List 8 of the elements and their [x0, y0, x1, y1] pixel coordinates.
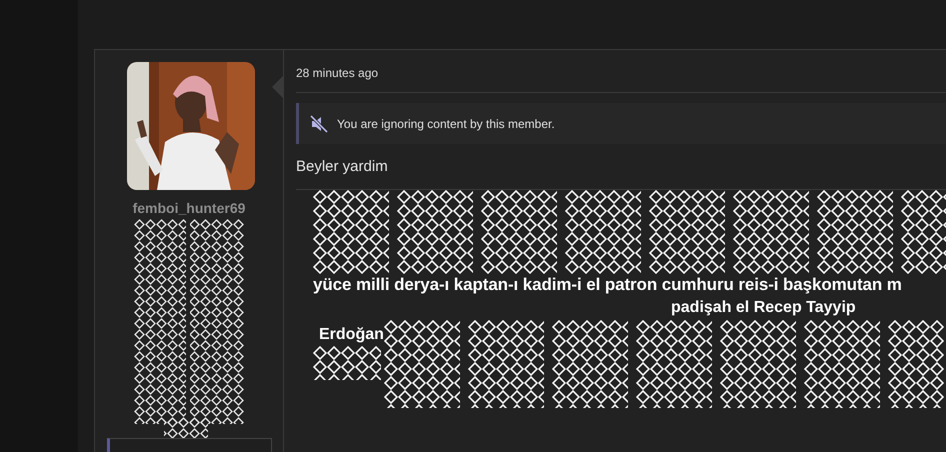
ignored-notice-text: You are ignoring content by this member. [337, 116, 555, 132]
body-text: yüce milli derya-ı kaptan-ı kadim-i el patron cumhuru reis-i başkomutan m [313, 274, 903, 296]
username[interactable]: femboi_hunter69 [132, 199, 246, 217]
diamond-pattern-drawing [313, 346, 381, 380]
post-time[interactable]: 28 minutes ago [296, 65, 946, 93]
body-text: padişah el Recep Tayyip [670, 298, 857, 318]
body-text: Erdoğan [318, 325, 384, 345]
muted-speaker-icon [309, 114, 329, 132]
